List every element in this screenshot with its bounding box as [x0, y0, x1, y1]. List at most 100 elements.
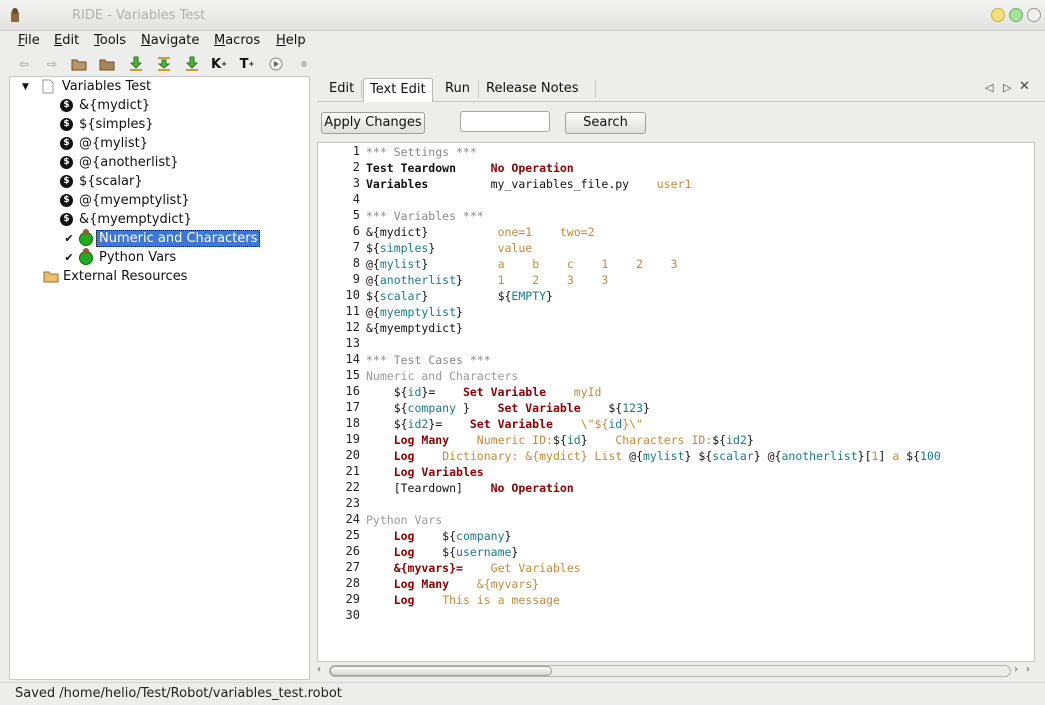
menu-file[interactable]: File [18, 33, 40, 48]
menu-help-label: elp [285, 33, 306, 48]
test-checkbox[interactable]: ✔ [63, 232, 75, 245]
tab-run[interactable]: Run [439, 78, 476, 102]
menu-navigate-label: avigate [150, 33, 200, 48]
download-icon[interactable] [183, 55, 201, 73]
keyword-search-icon[interactable]: K + [210, 55, 228, 73]
text-editor[interactable]: 1 2 3 4 5 6 7 8 9 10 11 12 13 14 15 16 17 18 19 20 21 22 23 24 2… [317, 142, 1035, 662]
tree-variable[interactable]: $ @{mylist} [60, 134, 148, 153]
tree-test-case[interactable]: ✔ Python Vars [63, 247, 176, 267]
dollar-icon: $ [60, 175, 73, 188]
code-token: 1 2 3 3 [497, 273, 609, 287]
forward-icon[interactable]: ⇨ [43, 55, 61, 73]
scroll-right-end-icon[interactable]: › [1026, 664, 1030, 675]
code-token: ${ [414, 529, 457, 543]
menu-tools[interactable]: Tools [94, 33, 126, 48]
scroll-tabs-right-icon[interactable]: ▷ [1003, 81, 1011, 94]
tab-release-notes[interactable]: Release Notes [480, 78, 584, 102]
app-window: RIDE - Variables Test File Edit Tools Na… [0, 0, 1045, 705]
menu-edit-label: dit [62, 33, 80, 48]
line-number: 8 [352, 256, 360, 270]
scroll-right-icon[interactable]: › [1014, 664, 1018, 675]
line-number: 29 [345, 592, 360, 606]
line-number: 16 [345, 384, 360, 398]
close-tab-icon[interactable]: ✕ [1019, 79, 1030, 94]
line-number-gutter: 1 2 3 4 5 6 7 8 9 10 11 12 13 14 15 16 17 18 19 20 21 22 23 24 2… [318, 143, 366, 661]
scroll-left-icon[interactable]: ‹ [317, 664, 321, 675]
code-token: } [428, 241, 498, 255]
tab-bar: Edit Text Edit Run Release Notes ◁ ▷ ✕ [317, 76, 1045, 102]
tree-variable-label: @{anotherlist} [79, 155, 179, 170]
tree-variable[interactable]: $ &{myemptydict} [60, 210, 192, 229]
code-line: @{mylist} a b c 1 2 3 [366, 256, 1034, 272]
line-number: 3 [352, 176, 360, 190]
minimize-button[interactable] [991, 8, 1005, 22]
line-number: 18 [345, 416, 360, 430]
test-checkbox[interactable]: ✔ [63, 251, 75, 264]
code-line: Log ${company} [366, 528, 1034, 544]
dollar-icon: $ [60, 194, 73, 207]
code-token: id2 [726, 433, 747, 447]
tab-text-edit[interactable]: Text Edit [363, 78, 433, 102]
code-token: ${ [366, 401, 408, 415]
code-token: Variables [366, 177, 429, 191]
code-token: @{ [366, 257, 380, 271]
tree-variable[interactable]: $ ${scalar} [60, 172, 143, 191]
run-icon[interactable] [267, 55, 285, 73]
tree-root[interactable]: ▼ Variables Test [22, 77, 151, 96]
import-icon[interactable] [127, 55, 145, 73]
line-number: 9 [352, 272, 360, 286]
code-line: ${scalar} ${EMPTY} [366, 288, 1034, 304]
line-number: 15 [345, 368, 360, 382]
menu-edit[interactable]: Edit [54, 33, 79, 48]
code-token: Test Teardown [366, 161, 457, 175]
line-number: 30 [345, 608, 360, 622]
code-area[interactable]: *** Settings *** Test Teardown No Operati… [366, 143, 1034, 661]
horizontal-scrollbar[interactable]: ‹ › › [317, 664, 1035, 678]
open-folder-icon[interactable] [70, 55, 88, 73]
code-line: Log Variables [366, 464, 1034, 480]
toolbar: ⇦ ⇨ K + T + [0, 53, 1045, 75]
tag-search-icon[interactable]: T + [238, 55, 256, 73]
code-line: Numeric and Characters [366, 368, 1034, 384]
code-line: Log Many &{myvars} [366, 576, 1034, 592]
menu-macros[interactable]: Macros [214, 33, 260, 48]
search-input[interactable] [460, 111, 550, 132]
scroll-tabs-left-icon[interactable]: ◁ [985, 81, 993, 94]
tab-edit[interactable]: Edit [323, 78, 360, 102]
code-token: [Teardown] [366, 481, 491, 495]
apply-changes-button[interactable]: Apply Changes [321, 112, 425, 134]
stop-icon[interactable] [295, 55, 313, 73]
import-multiple-icon[interactable] [155, 55, 173, 73]
menu-navigate[interactable]: Navigate [141, 33, 199, 48]
scrollbar-thumb[interactable] [330, 666, 552, 676]
maximize-button[interactable] [1009, 8, 1023, 22]
close-window-button[interactable] [1027, 8, 1041, 22]
tree-variable[interactable]: $ @{myemptylist} [60, 191, 190, 210]
line-number: 1 [352, 144, 360, 158]
code-token: company [456, 529, 505, 543]
collapse-arrow-icon[interactable]: ▼ [22, 82, 29, 92]
code-token: } [546, 289, 553, 303]
tree-variable[interactable]: $ &{mydict} [60, 96, 150, 115]
tree-variable[interactable]: $ @{anotherlist} [60, 153, 178, 172]
tree-test-case-selected[interactable]: ✔ Numeric and Characters [63, 228, 261, 248]
menu-help[interactable]: Help [276, 33, 306, 48]
tree-external-resources[interactable]: External Resources [43, 267, 187, 286]
code-line: Test Teardown No Operation [366, 160, 1034, 176]
tree-variable[interactable]: $ ${simples} [60, 115, 154, 134]
back-icon[interactable]: ⇦ [15, 55, 33, 73]
scrollbar-track[interactable] [329, 665, 1011, 677]
code-token: Log Variables [393, 465, 484, 479]
open-directory-icon[interactable] [98, 55, 116, 73]
search-button[interactable]: Search [565, 112, 646, 134]
